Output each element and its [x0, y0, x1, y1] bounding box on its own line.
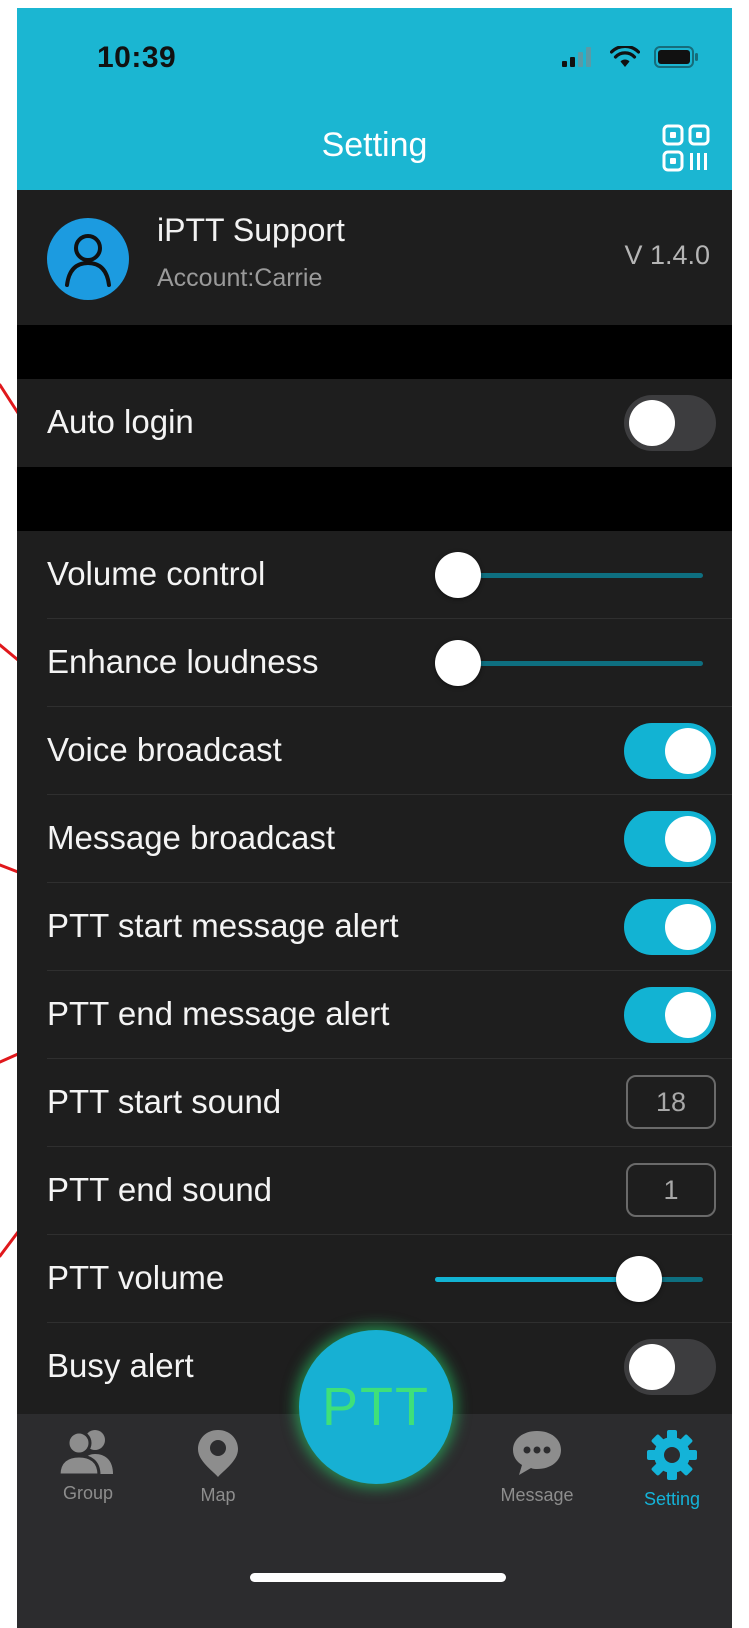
chat-bubble-icon [513, 1431, 561, 1475]
setting-voice-broadcast: Voice broadcast [17, 707, 732, 795]
gear-icon [647, 1430, 697, 1480]
status-bar: 10:39 [17, 8, 732, 116]
header-bar: Setting [17, 108, 732, 190]
auto-login-toggle[interactable] [624, 395, 716, 451]
tab-message[interactable]: Message [482, 1428, 592, 1506]
ptt-end-message-alert-toggle[interactable] [624, 987, 716, 1043]
ptt-button[interactable]: PTT [299, 1330, 453, 1484]
ptt-start-message-alert-toggle[interactable] [624, 899, 716, 955]
ptt-label: PTT [322, 1377, 430, 1437]
profile-name: iPTT Support [157, 212, 345, 248]
phone-screen: 10:39 Setting iPTT Support Account:Carri… [17, 8, 732, 1628]
message-broadcast-toggle[interactable] [624, 811, 716, 867]
slider-fill [435, 1277, 639, 1282]
profile-card[interactable]: iPTT Support Account:Carrie V 1.4.0 [17, 190, 732, 325]
toggle-knob [629, 400, 675, 446]
setting-label: PTT volume [47, 1259, 225, 1296]
home-indicator[interactable] [250, 1573, 506, 1582]
setting-label: PTT start sound [47, 1083, 282, 1120]
setting-ptt-start-sound: PTT start sound 18 [17, 1059, 732, 1147]
toggle-knob [629, 1344, 675, 1390]
toggle-knob [665, 728, 711, 774]
tab-label: Group [62, 1483, 114, 1503]
annotation-line-4 [0, 1052, 20, 1064]
tab-label: Message [500, 1485, 574, 1505]
tab-group[interactable]: Group [33, 1428, 143, 1504]
status-time: 10:39 [97, 41, 177, 74]
battery-icon [654, 46, 698, 68]
section-divider [17, 467, 732, 531]
setting-enhance-loudness: Enhance loudness [17, 619, 732, 707]
voice-broadcast-toggle[interactable] [624, 723, 716, 779]
setting-ptt-end-sound: PTT end sound 1 [17, 1147, 732, 1235]
status-icons [562, 46, 700, 68]
setting-label: Volume control [47, 555, 266, 592]
setting-ptt-end-message-alert: PTT end message alert [17, 971, 732, 1059]
volume-control-slider[interactable] [435, 552, 703, 598]
annotation-line-2 [0, 643, 20, 662]
setting-label: Busy alert [47, 1347, 194, 1384]
wifi-icon [610, 46, 640, 67]
tab-map[interactable]: Map [163, 1428, 273, 1506]
setting-label: PTT end sound [47, 1171, 273, 1208]
toggle-knob [665, 904, 711, 950]
setting-ptt-start-message-alert: PTT start message alert [17, 883, 732, 971]
ptt-volume-slider[interactable] [435, 1256, 703, 1302]
setting-label: Message broadcast [47, 819, 335, 856]
profile-account: Account:Carrie [157, 264, 323, 292]
setting-ptt-volume: PTT volume [17, 1235, 732, 1323]
busy-alert-toggle[interactable] [624, 1339, 716, 1395]
toggle-knob [665, 992, 711, 1038]
page-title: Setting [321, 126, 428, 164]
tab-label: Setting [643, 1489, 701, 1509]
tab-label: Map [200, 1485, 236, 1505]
slider-thumb[interactable] [435, 640, 481, 686]
setting-label: Auto login [47, 403, 194, 440]
setting-label: Voice broadcast [47, 731, 282, 768]
tab-setting[interactable]: Setting [617, 1428, 727, 1510]
section-divider [17, 325, 732, 379]
enhance-loudness-slider[interactable] [435, 640, 703, 686]
group-icon [57, 1430, 113, 1477]
setting-volume-control: Volume control [17, 531, 732, 619]
toggle-knob [665, 816, 711, 862]
slider-thumb[interactable] [615, 1256, 662, 1302]
annotation-line-5 [0, 1230, 20, 1258]
setting-label: PTT end message alert [47, 995, 390, 1032]
slider-thumb[interactable] [435, 552, 481, 598]
ptt-start-sound-input[interactable]: 18 [626, 1075, 716, 1129]
setting-label: PTT start message alert [47, 907, 399, 944]
setting-auto-login: Auto login [17, 379, 732, 467]
ptt-end-sound-input[interactable]: 1 [626, 1163, 716, 1217]
cellular-signal-icon [562, 47, 591, 67]
setting-message-broadcast: Message broadcast [17, 795, 732, 883]
app-version: V 1.4.0 [624, 240, 710, 270]
annotation-line-1 [0, 383, 20, 415]
avatar [47, 218, 129, 300]
qr-code-button[interactable] [660, 122, 712, 174]
qr-code-icon [662, 124, 710, 172]
annotation-line-3 [0, 863, 20, 874]
setting-label: Enhance loudness [47, 643, 319, 680]
map-pin-icon [198, 1430, 238, 1477]
person-icon [65, 234, 111, 287]
